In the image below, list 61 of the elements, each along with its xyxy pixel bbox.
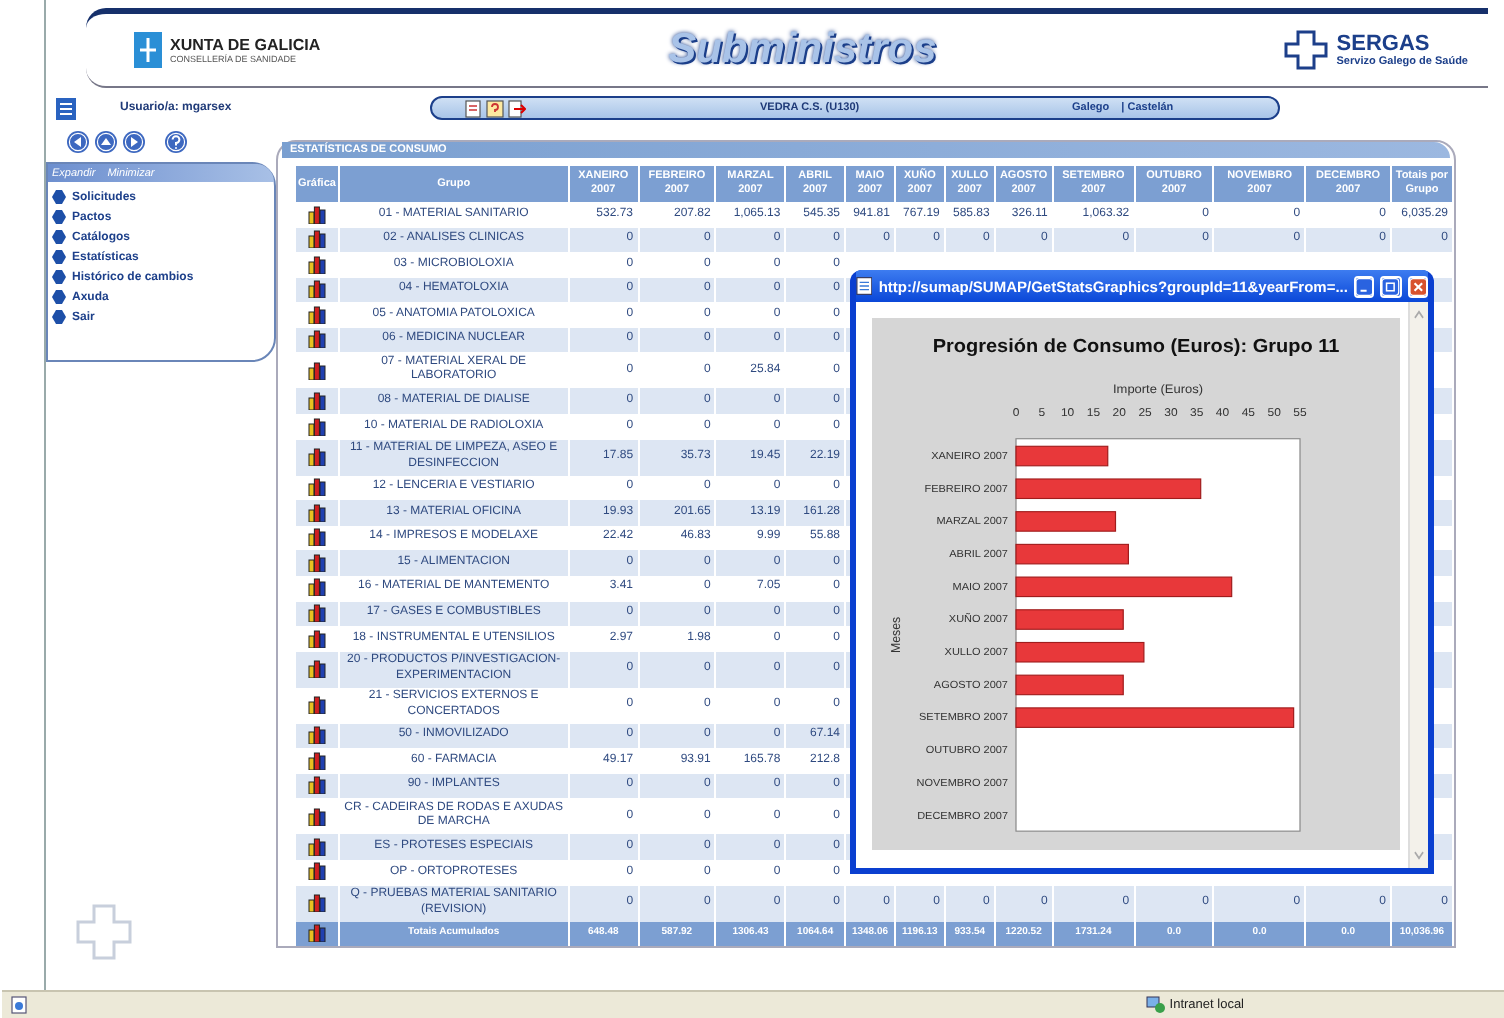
bar-chart-icon[interactable] — [307, 553, 326, 572]
scroll-bar[interactable] — [1408, 302, 1428, 868]
hexagon-bullet-icon — [52, 230, 66, 244]
bar — [1015, 641, 1145, 663]
hexagon-bullet-icon — [52, 190, 66, 204]
forward-icon[interactable] — [122, 130, 146, 154]
bar — [1015, 674, 1124, 696]
shield-icon — [134, 32, 162, 68]
bar-chart-icon[interactable] — [307, 230, 326, 249]
bar-chart-icon[interactable] — [307, 837, 326, 856]
bar-chart-icon[interactable] — [307, 255, 326, 274]
bar-chart-icon[interactable] — [307, 391, 326, 410]
exit-icon[interactable] — [508, 99, 526, 117]
bar-chart-icon[interactable] — [307, 503, 326, 522]
bar-chart-icon[interactable] — [307, 330, 326, 349]
bar-chart-icon[interactable] — [307, 751, 326, 770]
bar-chart-icon[interactable] — [307, 695, 326, 714]
bar — [1015, 445, 1109, 467]
bar-chart-icon[interactable] — [307, 659, 326, 678]
bar-chart-icon[interactable] — [307, 305, 326, 324]
bar-chart-icon[interactable] — [307, 528, 326, 547]
bar-chart-icon[interactable] — [307, 862, 326, 881]
page-icon — [856, 276, 873, 296]
org-name: XUNTA DE GALICIA — [170, 36, 321, 54]
bar-chart-icon[interactable] — [307, 604, 326, 623]
maximize-button[interactable] — [1380, 275, 1402, 297]
brand-name: SERGAS — [1336, 32, 1432, 56]
cross-icon — [1284, 30, 1329, 70]
app-title: Subministros — [668, 26, 937, 74]
bar-chart-icon[interactable] — [307, 205, 326, 223]
bar — [1015, 511, 1117, 532]
close-button[interactable] — [1407, 275, 1429, 297]
up-icon[interactable] — [94, 130, 118, 154]
chart-title: Progresión de Consumo (Euros): Grupo 11 — [932, 336, 1340, 358]
bar-chart-icon[interactable] — [307, 447, 326, 466]
menu-icon[interactable] — [56, 97, 76, 119]
cross-icon — [74, 902, 134, 962]
bar-chart-icon[interactable] — [307, 924, 326, 943]
page-icon — [10, 996, 28, 1014]
network-icon — [1145, 996, 1166, 1014]
document-icon[interactable] — [464, 99, 482, 117]
hexagon-bullet-icon — [52, 270, 66, 284]
bar-chart-icon[interactable] — [307, 280, 326, 299]
hexagon-bullet-icon — [52, 290, 66, 304]
back-icon[interactable] — [66, 130, 90, 154]
help-icon[interactable] — [486, 99, 504, 117]
bar-chart-icon[interactable] — [307, 361, 326, 380]
hexagon-bullet-icon — [52, 210, 66, 224]
bar-chart-icon[interactable] — [307, 776, 326, 795]
bar — [1015, 543, 1129, 565]
bar-chart-icon[interactable] — [307, 893, 326, 912]
bar-chart-icon[interactable] — [307, 478, 326, 497]
bar-chart-icon[interactable] — [307, 417, 326, 436]
hexagon-bullet-icon — [52, 310, 66, 324]
hexagon-bullet-icon — [52, 250, 66, 264]
bar-chart-icon[interactable] — [307, 578, 326, 597]
bar-chart-icon[interactable] — [307, 726, 326, 745]
minimize-button[interactable] — [1353, 275, 1375, 297]
bar — [1015, 609, 1124, 630]
bar-chart-icon[interactable] — [307, 629, 326, 648]
bar-chart-icon[interactable] — [307, 807, 326, 826]
